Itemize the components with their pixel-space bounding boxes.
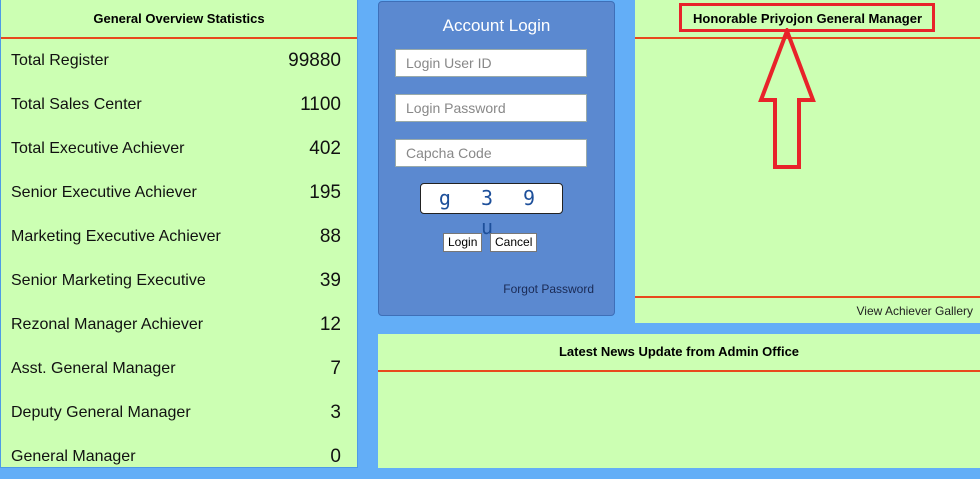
captcha-input[interactable] (395, 139, 587, 167)
stat-label: Senior Executive Achiever (11, 184, 197, 201)
stat-row: Total Executive Achiever 402 (1, 127, 357, 171)
stat-value: 99880 (288, 50, 341, 71)
stat-row: Senior Marketing Executive 39 (1, 259, 357, 303)
stat-label: Senior Marketing Executive (11, 272, 206, 289)
stat-row: Rezonal Manager Achiever 12 (1, 303, 357, 347)
stat-label: Total Sales Center (11, 96, 142, 113)
cancel-button[interactable]: Cancel (490, 233, 538, 252)
login-button[interactable]: Login (443, 233, 483, 252)
forgot-password-link[interactable]: Forgot Password (503, 282, 594, 296)
stat-row: Senior Executive Achiever 195 (1, 171, 357, 215)
stats-list: Total Register 99880 Total Sales Center 11… (1, 39, 357, 479)
stat-value: 88 (319, 226, 341, 247)
stat-row: Deputy General Manager 3 (1, 391, 357, 435)
stat-label: Marketing Executive Achiever (11, 228, 221, 245)
stat-row: Total Register 99880 (1, 39, 357, 83)
view-gallery-link[interactable]: View Achiever Gallery (857, 304, 974, 318)
login-title: Account Login (442, 16, 551, 35)
stat-value: 3 (330, 402, 341, 423)
stat-value: 402 (309, 138, 341, 159)
stat-value: 1100 (300, 94, 341, 115)
stat-label: Deputy General Manager (11, 404, 191, 421)
stat-label: Total Register (11, 52, 109, 69)
stat-row: Total Sales Center 1100 (1, 83, 357, 127)
news-panel: Latest News Update from Admin Office (378, 334, 980, 468)
captcha-image: g 3 9 u (420, 183, 563, 239)
stat-value: 39 (319, 270, 341, 291)
stat-label: Rezonal Manager Achiever (11, 316, 204, 333)
stat-label: General Manager (11, 448, 136, 465)
stat-value: 7 (330, 358, 341, 379)
stat-value: 195 (309, 182, 341, 203)
password-input[interactable] (395, 94, 587, 122)
up-arrow-icon (758, 28, 816, 169)
stat-row: General Manager 0 (1, 435, 357, 479)
stat-value: 0 (330, 446, 341, 467)
news-title: Latest News Update from Admin Office (378, 334, 980, 372)
stats-title: General Overview Statistics (1, 0, 357, 39)
stat-label: Total Executive Achiever (11, 140, 185, 157)
user-id-input[interactable] (395, 49, 587, 77)
login-box: Account Login g 3 9 u Login Cancel Forgo… (378, 1, 615, 316)
stat-row: Marketing Executive Achiever 88 (1, 215, 357, 259)
stat-row: Asst. General Manager 7 (1, 347, 357, 391)
stats-panel: General Overview Statistics Total Regist… (0, 0, 358, 468)
stat-label: Asst. General Manager (11, 360, 176, 377)
stat-value: 12 (319, 314, 341, 335)
gallery-footer: View Achiever Gallery (635, 296, 980, 318)
